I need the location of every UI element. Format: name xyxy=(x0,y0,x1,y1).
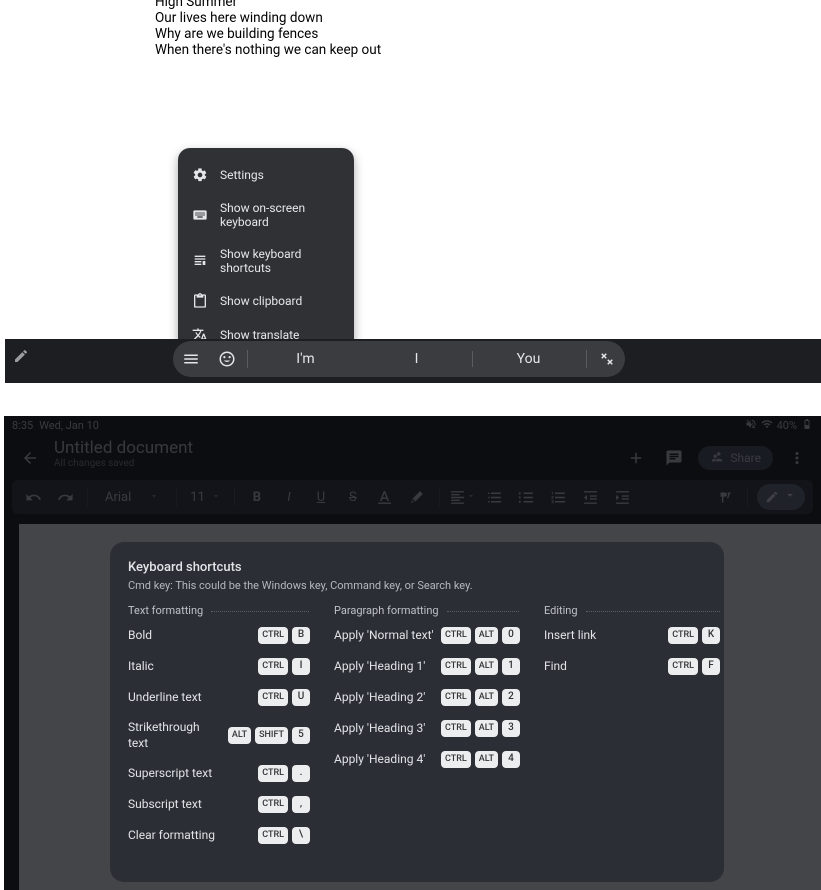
key: 5 xyxy=(292,727,310,744)
key: CTRL xyxy=(258,627,288,644)
shortcut-row-clear-formatting: Clear formatting CTRL \ xyxy=(128,827,310,844)
doc-line: When there's nothing we can keep out xyxy=(155,42,381,58)
popup-label: Show keyboard shortcuts xyxy=(220,247,340,275)
key: CTRL xyxy=(441,751,471,768)
key: CTRL xyxy=(258,689,288,706)
key: ALT xyxy=(475,689,498,706)
key: . xyxy=(292,765,310,782)
key: 4 xyxy=(502,751,520,768)
key: I xyxy=(292,658,310,675)
keyboard-settings-popup: Settings Show on-screen keyboard Show ke… xyxy=(178,148,354,362)
screenshot-bottom: 8:35 Wed, Jan 10 40% Untitled document A xyxy=(4,416,821,890)
popup-item-keyboard-shortcuts[interactable]: Show keyboard shortcuts xyxy=(178,238,354,284)
shortcut-row-heading4: Apply 'Heading 4' CTRL ALT 4 xyxy=(334,751,520,768)
key: K xyxy=(702,627,720,644)
doc-line: High Summer xyxy=(155,0,381,10)
keyboard-menu-button[interactable] xyxy=(173,341,209,377)
pill-divider xyxy=(247,350,248,368)
key: CTRL xyxy=(441,720,471,737)
popup-label: Show on-screen keyboard xyxy=(220,201,340,229)
key: CTRL xyxy=(668,627,698,644)
key: 3 xyxy=(502,720,520,737)
gear-icon xyxy=(192,167,208,183)
key: ALT xyxy=(475,751,498,768)
document-body: High Summer Our lives here winding down … xyxy=(155,0,381,58)
key: 1 xyxy=(502,658,520,675)
key: CTRL xyxy=(441,658,471,675)
shortcut-row-italic: Italic CTRL I xyxy=(128,658,310,675)
suggestion-1[interactable]: I'm xyxy=(250,351,361,367)
suggestion-pill: I'm I You xyxy=(173,341,625,377)
key: ALT xyxy=(475,658,498,675)
shortcut-row-superscript: Superscript text CTRL . xyxy=(128,765,310,782)
key: CTRL xyxy=(441,689,471,706)
keyboard-shortcuts-modal: Keyboard shortcuts Cmd key: This could b… xyxy=(110,542,724,882)
shortcut-row-heading3: Apply 'Heading 3' CTRL ALT 3 xyxy=(334,720,520,737)
key: ALT xyxy=(475,720,498,737)
key: ALT xyxy=(228,727,251,744)
screenshot-top: High Summer Our lives here winding down … xyxy=(5,0,821,383)
suggestion-2[interactable]: I xyxy=(361,351,473,367)
key: CTRL xyxy=(258,658,288,675)
modal-title: Keyboard shortcuts xyxy=(128,560,706,575)
section-heading: Text formatting xyxy=(128,604,310,617)
keyboard-icon xyxy=(192,207,208,223)
paragraph-formatting-section: Paragraph formatting Apply 'Normal text'… xyxy=(334,604,520,858)
shortcut-row-subscript: Subscript text CTRL , xyxy=(128,796,310,813)
key: \ xyxy=(292,827,310,844)
key: CTRL xyxy=(258,765,288,782)
key: F xyxy=(702,658,720,675)
popup-label: Show clipboard xyxy=(220,294,302,308)
shortcut-row-strikethrough: Strikethrough text ALT SHIFT 5 xyxy=(128,720,310,751)
key: , xyxy=(292,796,310,813)
doc-line: Why are we building fences xyxy=(155,26,381,42)
popup-label: Settings xyxy=(220,168,264,182)
key: CTRL xyxy=(441,627,471,644)
key: CTRL xyxy=(258,827,288,844)
key: CTRL xyxy=(668,658,698,675)
key: ALT xyxy=(475,627,498,644)
popup-item-settings[interactable]: Settings xyxy=(178,158,354,192)
clipboard-icon xyxy=(192,293,208,309)
doc-line: Our lives here winding down xyxy=(155,10,381,26)
key: B xyxy=(292,627,310,644)
keyboard-suggestion-bar: I'm I You xyxy=(5,339,821,383)
key: U xyxy=(292,689,310,706)
key: 2 xyxy=(502,689,520,706)
key: SHIFT xyxy=(255,727,288,744)
shortcut-list-icon xyxy=(192,253,208,269)
text-formatting-section: Text formatting Bold CTRL B Italic CTRL … xyxy=(128,604,310,858)
key: 0 xyxy=(502,627,520,644)
modal-subtitle: Cmd key: This could be the Windows key, … xyxy=(128,579,706,592)
editing-section: Editing Insert link CTRL K Find CTRL F xyxy=(544,604,720,858)
shortcut-row-heading2: Apply 'Heading 2' CTRL ALT 2 xyxy=(334,689,520,706)
emoji-button[interactable] xyxy=(209,341,245,377)
shortcut-row-find: Find CTRL F xyxy=(544,658,720,675)
shortcut-row-bold: Bold CTRL B xyxy=(128,627,310,644)
collapse-keyboard-button[interactable] xyxy=(589,341,625,377)
shortcut-row-heading1: Apply 'Heading 1' CTRL ALT 1 xyxy=(334,658,520,675)
shortcut-row-normal-text: Apply 'Normal text' CTRL ALT 0 xyxy=(334,627,520,644)
section-heading: Paragraph formatting xyxy=(334,604,520,617)
section-heading: Editing xyxy=(544,604,720,617)
popup-item-clipboard[interactable]: Show clipboard xyxy=(178,284,354,318)
shortcut-row-insert-link: Insert link CTRL K xyxy=(544,627,720,644)
popup-item-onscreen-keyboard[interactable]: Show on-screen keyboard xyxy=(178,192,354,238)
pill-divider xyxy=(586,350,587,368)
suggestion-3[interactable]: You xyxy=(473,351,584,367)
key: CTRL xyxy=(258,796,288,813)
shortcut-row-underline: Underline text CTRL U xyxy=(128,689,310,706)
edit-button[interactable] xyxy=(7,342,35,370)
